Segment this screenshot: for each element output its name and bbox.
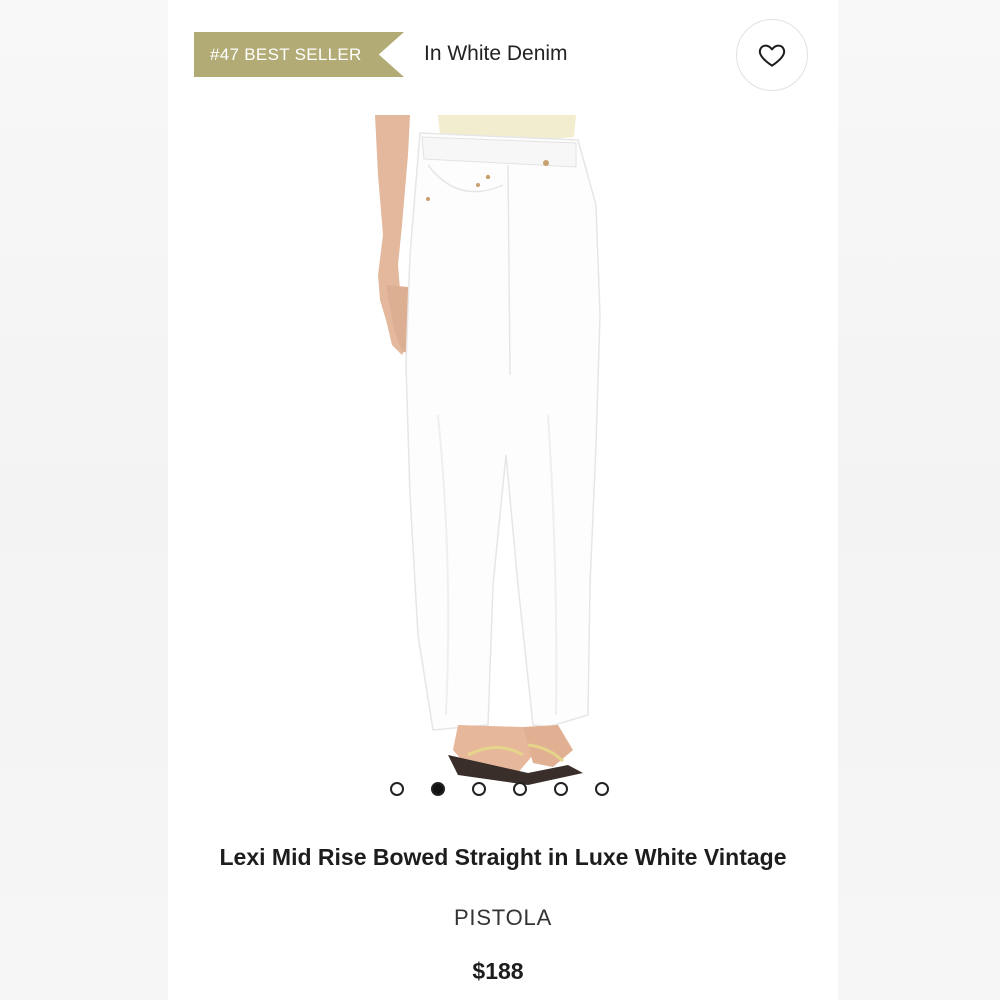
gallery-dot-6[interactable] <box>595 782 609 796</box>
product-card[interactable]: #47 BEST SELLER In White Denim Lexi Mid … <box>168 0 838 1000</box>
gallery-dot-5[interactable] <box>554 782 568 796</box>
product-title[interactable]: Lexi Mid Rise Bowed Straight in Luxe Whi… <box>208 842 798 873</box>
left-backdrop <box>0 0 168 1000</box>
product-brand[interactable]: PISTOLA <box>208 905 798 931</box>
gallery-dot-3[interactable] <box>472 782 486 796</box>
best-seller-badge-label: #47 BEST SELLER <box>210 44 362 64</box>
product-photo <box>375 115 601 785</box>
gallery-dot-4[interactable] <box>513 782 527 796</box>
best-seller-badge: #47 BEST SELLER <box>194 32 404 77</box>
gallery-dot-2-active[interactable] <box>431 782 445 796</box>
product-price: $188 <box>472 958 524 984</box>
color-variant-label: In White Denim <box>424 42 568 65</box>
product-image[interactable] <box>328 115 688 805</box>
gallery-dots <box>390 780 609 798</box>
favorite-button[interactable] <box>736 19 808 91</box>
right-backdrop <box>838 0 1000 1000</box>
gallery-dot-1[interactable] <box>390 782 404 796</box>
heart-icon <box>758 44 786 67</box>
